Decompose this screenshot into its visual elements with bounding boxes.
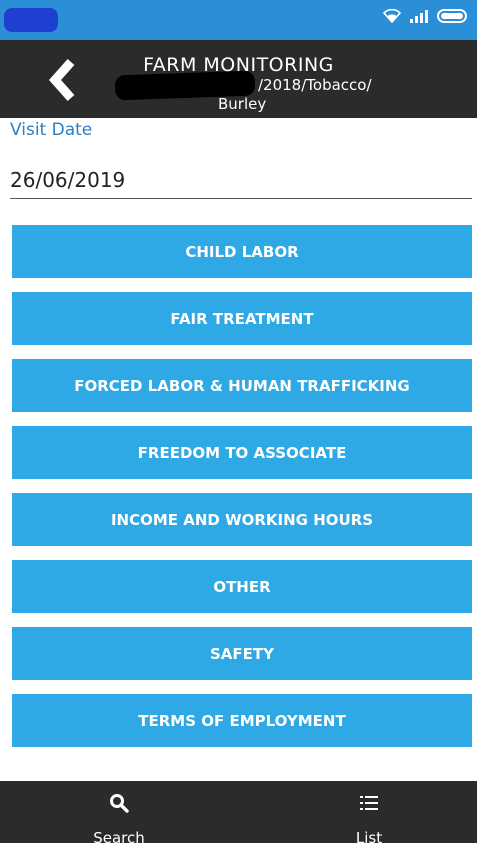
nav-list[interactable]: List: [250, 781, 477, 847]
status-bar: [0, 0, 477, 40]
nav-list-label: List: [355, 829, 383, 847]
status-redaction: [4, 8, 58, 32]
other-button[interactable]: OTHER: [12, 560, 472, 613]
subtitle-line-1: /2018/Tobacco/: [258, 76, 372, 94]
income-working-hours-button[interactable]: INCOME AND WORKING HOURS: [12, 493, 472, 546]
visit-date-field[interactable]: 26/06/2019: [10, 168, 472, 199]
visit-date-label: Visit Date: [10, 120, 93, 140]
fair-treatment-button[interactable]: FAIR TREATMENT: [12, 292, 472, 345]
subtitle-line-2: Burley: [218, 95, 267, 113]
signal-icon: [410, 10, 428, 23]
terms-of-employment-button[interactable]: TERMS OF EMPLOYMENT: [12, 694, 472, 747]
battery-icon: [437, 9, 467, 23]
wifi-icon: [383, 9, 401, 23]
freedom-to-associate-button[interactable]: FREEDOM TO ASSOCIATE: [12, 426, 472, 479]
child-labor-button[interactable]: CHILD LABOR: [12, 225, 472, 278]
nav-search-label: Search: [93, 829, 145, 847]
search-icon: [110, 794, 129, 813]
list-icon: [360, 796, 378, 810]
safety-button[interactable]: SAFETY: [12, 627, 472, 680]
status-icons: [383, 9, 467, 23]
app-header: FARM MONITORING /2018/Tobacco/ Burley: [0, 40, 477, 118]
bottom-nav: Search List: [0, 781, 477, 847]
nav-search[interactable]: Search: [0, 781, 238, 847]
forced-labor-button[interactable]: FORCED LABOR & HUMAN TRAFFICKING: [12, 359, 472, 412]
